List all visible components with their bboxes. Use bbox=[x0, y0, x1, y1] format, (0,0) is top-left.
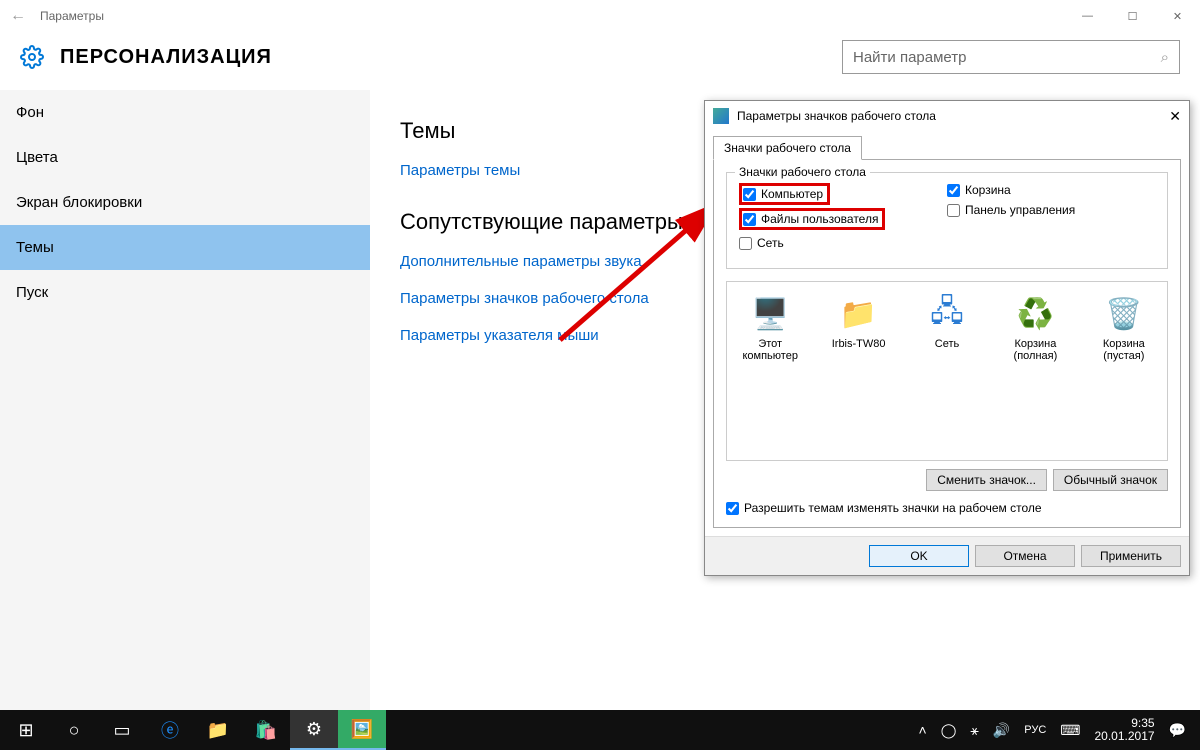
checkbox-controlpanel[interactable]: Панель управления bbox=[947, 203, 1155, 217]
checkbox-network[interactable]: Сеть bbox=[739, 236, 947, 250]
personalize-taskbar-icon[interactable]: 🖼️ bbox=[338, 710, 386, 750]
page-title: ПЕРСОНАЛИЗАЦИЯ bbox=[60, 46, 272, 69]
start-button[interactable]: ⊞ bbox=[2, 710, 50, 750]
edge-icon[interactable]: ⓔ bbox=[146, 710, 194, 750]
checkbox-allow-themes[interactable]: Разрешить темам изменять значки на рабоч… bbox=[726, 501, 1168, 515]
settings-taskbar-icon[interactable]: ⚙ bbox=[290, 710, 338, 750]
close-button[interactable]: ✕ bbox=[1155, 0, 1200, 32]
header-row: ПЕРСОНАЛИЗАЦИЯ Найти параметр ⌕ bbox=[0, 32, 1200, 90]
dialog-icon bbox=[713, 108, 729, 124]
fieldset-icons: Значки рабочего стола Компьютер Файлы по… bbox=[726, 172, 1168, 269]
search-input[interactable]: Найти параметр ⌕ bbox=[842, 40, 1180, 74]
preview-user[interactable]: 📁Irbis-TW80 bbox=[823, 294, 893, 350]
gear-icon bbox=[20, 45, 44, 69]
preview-network[interactable]: 🖧Сеть bbox=[912, 294, 982, 350]
dialog-title: Параметры значков рабочего стола bbox=[737, 109, 936, 123]
dialog-tabs: Значки рабочего стола bbox=[705, 131, 1189, 159]
desktop-icon-dialog: Параметры значков рабочего стола ✕ Значк… bbox=[704, 100, 1190, 576]
search-icon: ⌕ bbox=[1161, 49, 1169, 66]
checkbox-userfiles[interactable]: Файлы пользователя bbox=[743, 212, 878, 226]
highlight-computer: Компьютер bbox=[739, 183, 830, 205]
dialog-titlebar: Параметры значков рабочего стола ✕ bbox=[705, 101, 1189, 131]
preview-this-pc[interactable]: 🖥️Этот компьютер bbox=[735, 294, 805, 362]
store-icon[interactable]: 🛍️ bbox=[242, 710, 290, 750]
tray-notifications-icon[interactable]: 💬 bbox=[1169, 722, 1186, 739]
ok-button[interactable]: OK bbox=[869, 545, 969, 567]
system-tray: ˄ ◯ ⚹ 🔊 РУС ⌨ 9:3520.01.2017 💬 bbox=[919, 717, 1198, 743]
tray-keyboard-icon[interactable]: ⌨ bbox=[1060, 722, 1080, 739]
apply-button[interactable]: Применить bbox=[1081, 545, 1181, 567]
taskbar: ⊞ ○ ▭ ⓔ 📁 🛍️ ⚙ 🖼️ ˄ ◯ ⚹ 🔊 РУС ⌨ 9:3520.0… bbox=[0, 710, 1200, 750]
search-placeholder: Найти параметр bbox=[853, 49, 967, 66]
back-icon[interactable]: ← bbox=[10, 7, 26, 25]
sidebar-item-themes[interactable]: Темы bbox=[0, 225, 370, 270]
change-icon-button[interactable]: Сменить значок... bbox=[926, 469, 1047, 491]
dialog-close-icon[interactable]: ✕ bbox=[1169, 108, 1181, 125]
search-icon[interactable]: ○ bbox=[50, 710, 98, 750]
fieldset-legend: Значки рабочего стола bbox=[735, 165, 870, 179]
explorer-icon[interactable]: 📁 bbox=[194, 710, 242, 750]
window-controls: — ☐ ✕ bbox=[1065, 0, 1200, 32]
sidebar-item-colors[interactable]: Цвета bbox=[0, 135, 370, 180]
sidebar-item-background[interactable]: Фон bbox=[0, 90, 370, 135]
tray-wifi-icon[interactable]: ⚹ bbox=[970, 722, 978, 739]
tray-clock[interactable]: 9:3520.01.2017 bbox=[1095, 717, 1155, 743]
cancel-button[interactable]: Отмена bbox=[975, 545, 1075, 567]
title-bar: ← Параметры bbox=[0, 0, 1200, 32]
highlight-userfiles: Файлы пользователя bbox=[739, 208, 885, 230]
sidebar-item-lockscreen[interactable]: Экран блокировки bbox=[0, 180, 370, 225]
sidebar-item-start[interactable]: Пуск bbox=[0, 270, 370, 315]
maximize-button[interactable]: ☐ bbox=[1110, 0, 1155, 32]
tray-location-icon[interactable]: ◯ bbox=[941, 722, 957, 739]
tray-volume-icon[interactable]: 🔊 bbox=[993, 722, 1010, 739]
checkbox-computer[interactable]: Компьютер bbox=[743, 187, 823, 201]
sidebar: Фон Цвета Экран блокировки Темы Пуск bbox=[0, 90, 370, 710]
tab-desktop-icons[interactable]: Значки рабочего стола bbox=[713, 136, 862, 160]
checkbox-recycle[interactable]: Корзина bbox=[947, 183, 1155, 197]
tray-language-icon[interactable]: РУС bbox=[1024, 724, 1046, 736]
dialog-footer: OK Отмена Применить bbox=[705, 536, 1189, 575]
minimize-button[interactable]: — bbox=[1065, 0, 1110, 32]
preview-recycle-empty[interactable]: 🗑️Корзина (пустая) bbox=[1089, 294, 1159, 362]
window-title: Параметры bbox=[40, 9, 104, 23]
taskview-icon[interactable]: ▭ bbox=[98, 710, 146, 750]
icon-preview-box: 🖥️Этот компьютер 📁Irbis-TW80 🖧Сеть ♻️Кор… bbox=[726, 281, 1168, 461]
default-icon-button[interactable]: Обычный значок bbox=[1053, 469, 1168, 491]
tray-chevron-icon[interactable]: ˄ bbox=[919, 722, 927, 738]
preview-recycle-full[interactable]: ♻️Корзина (полная) bbox=[1000, 294, 1070, 362]
